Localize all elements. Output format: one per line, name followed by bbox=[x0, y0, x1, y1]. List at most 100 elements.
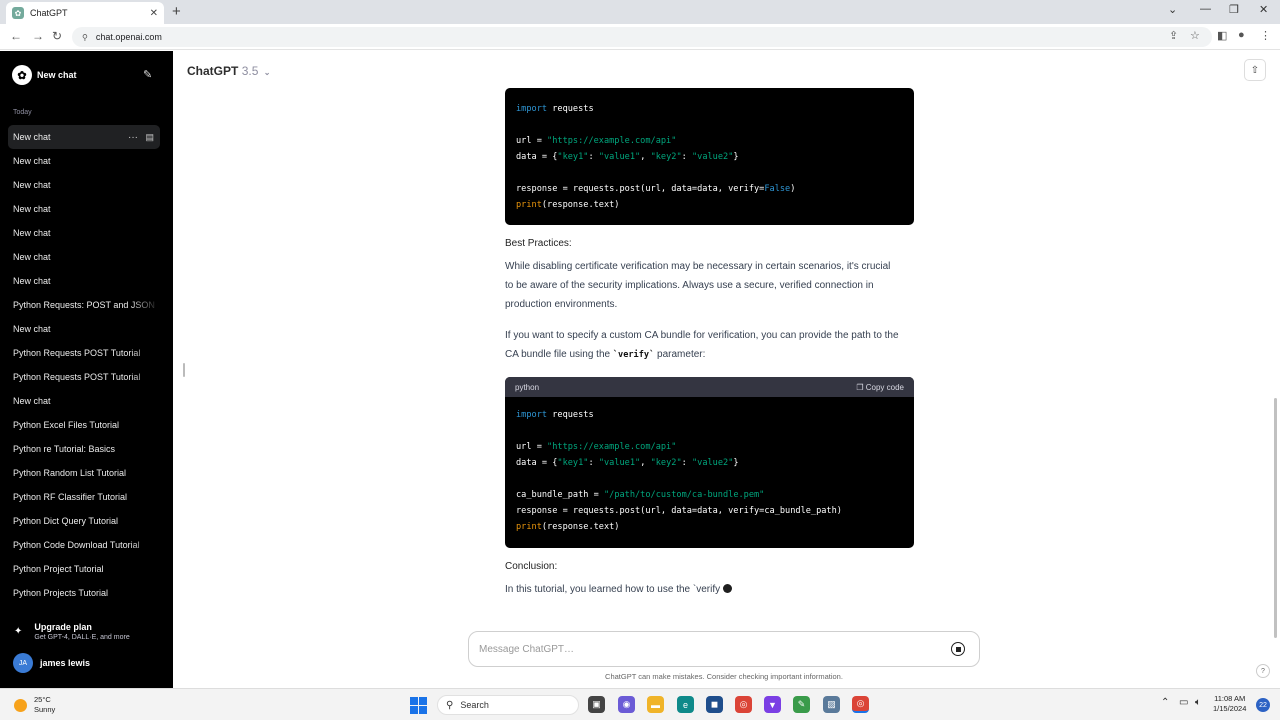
side-panel-icon[interactable]: ◧ bbox=[1217, 29, 1227, 42]
sidebar-item-label: Python Code Download Tutorial bbox=[13, 540, 140, 550]
sidebar-item[interactable]: New chat ··· ▤ bbox=[8, 125, 160, 149]
sidebar-item[interactable]: Python re Tutorial: Basics bbox=[8, 437, 160, 461]
bookmark-star-icon[interactable]: ☆ bbox=[1190, 29, 1200, 42]
more-options-icon[interactable]: ··· bbox=[128, 132, 138, 143]
chrome-icon[interactable]: ◎ bbox=[735, 696, 752, 713]
sidebar-item-label: Python Requests: POST and JSON bbox=[13, 300, 155, 310]
notification-badge[interactable]: 22 bbox=[1256, 698, 1270, 712]
file-explorer-icon[interactable]: ▬ bbox=[647, 696, 664, 713]
help-button[interactable]: ? bbox=[1256, 664, 1270, 678]
code-token: "key2" bbox=[650, 152, 682, 162]
code-token: "value1" bbox=[598, 458, 641, 468]
start-button[interactable] bbox=[410, 697, 427, 714]
new-chat-button[interactable]: ✿ New chat bbox=[12, 65, 162, 85]
clock-time: 11:08 AM bbox=[1214, 694, 1246, 703]
chrome-active-icon[interactable]: ◎ bbox=[852, 696, 869, 713]
image-editor-icon[interactable]: ▨ bbox=[823, 696, 840, 713]
code-token: , bbox=[640, 458, 651, 468]
maximize-button[interactable]: ❐ bbox=[1229, 3, 1239, 16]
task-view-icon[interactable]: ▣ bbox=[588, 696, 605, 713]
minimize-button[interactable]: — bbox=[1200, 3, 1211, 15]
sidebar-item-label: New chat bbox=[13, 180, 51, 190]
model-selector[interactable]: ChatGPT 3.5 ⌄ bbox=[187, 64, 270, 78]
sidebar-item[interactable]: Python RF Classifier Tutorial bbox=[8, 485, 160, 509]
profile-icon[interactable]: ● bbox=[1238, 29, 1245, 41]
sidebar-item-label: Python Project Tutorial bbox=[13, 564, 104, 574]
share-page-icon[interactable]: ⇪ bbox=[1169, 29, 1178, 42]
back-icon[interactable]: ← bbox=[10, 29, 22, 43]
notepad-app-icon[interactable]: ✎ bbox=[793, 696, 810, 713]
sidebar-item[interactable]: New chat bbox=[8, 389, 160, 413]
sidebar-item[interactable]: Python Requests POST Tutorial bbox=[8, 341, 160, 365]
sidebar-item[interactable]: New chat bbox=[8, 221, 160, 245]
sidebar-item[interactable]: Python Code Download Tutorial bbox=[8, 533, 160, 557]
archive-icon[interactable]: ▤ bbox=[145, 132, 154, 143]
scrollbar-thumb[interactable] bbox=[1274, 398, 1277, 638]
model-version: 3.5 bbox=[241, 64, 259, 78]
system-clock[interactable]: 11:08 AM 1/15/2024 bbox=[1213, 694, 1246, 714]
browser-tab[interactable]: ✿ ChatGPT ✕ bbox=[6, 2, 164, 24]
weather-widget[interactable]: 25°C Sunny bbox=[14, 695, 55, 715]
taskbar-search[interactable]: ⚲ Search bbox=[437, 695, 579, 715]
site-info-icon[interactable]: ⚲ bbox=[82, 33, 88, 42]
sidebar-item[interactable]: New chat bbox=[8, 245, 160, 269]
inline-code-verify: `verify` bbox=[612, 349, 655, 360]
sidebar-resize-handle[interactable] bbox=[183, 363, 185, 377]
reload-icon[interactable]: ↻ bbox=[52, 29, 62, 43]
stop-generating-button[interactable] bbox=[951, 642, 965, 656]
store-icon[interactable]: ◼ bbox=[706, 696, 723, 713]
code-token: print bbox=[516, 200, 542, 210]
show-hidden-icons-icon[interactable]: ⌃ bbox=[1161, 697, 1169, 708]
code-token: ) bbox=[790, 184, 796, 194]
sidebar-item[interactable]: New chat bbox=[8, 149, 160, 173]
sidebar-item[interactable]: Python Requests: POST and JSON bbox=[8, 293, 160, 317]
sidebar-item[interactable]: New chat bbox=[8, 197, 160, 221]
code-token: , bbox=[640, 152, 651, 162]
new-tab-button[interactable]: + bbox=[172, 3, 181, 20]
upgrade-plan-button[interactable]: ✦ Upgrade plan Get GPT-4, DALL·E, and mo… bbox=[14, 622, 130, 641]
sidebar-item-label: Python Excel Files Tutorial bbox=[13, 420, 120, 430]
conclusion-text-content: In this tutorial, you learned how to use… bbox=[505, 584, 721, 595]
share-chat-button[interactable]: ⇧ bbox=[1244, 59, 1266, 81]
code-block-2: python ❐ Copy code import requests url =… bbox=[505, 377, 914, 548]
code-token: "value1" bbox=[598, 152, 641, 162]
volume-icon[interactable]: 🔈︎ bbox=[1195, 697, 1201, 708]
sidebar-item-label: Python Random List Tutorial bbox=[13, 468, 127, 478]
code-token: url = bbox=[516, 136, 548, 146]
sidebar-item-label: New chat bbox=[13, 228, 51, 238]
sidebar-item[interactable]: Python Dict Query Tutorial bbox=[8, 509, 160, 533]
browser-menu-icon[interactable]: ⋮ bbox=[1260, 29, 1271, 42]
sidebar-item[interactable]: New chat bbox=[8, 173, 160, 197]
sparkle-icon: ✦ bbox=[14, 626, 23, 637]
sidebar-item[interactable]: Python Random List Tutorial bbox=[8, 461, 160, 485]
copy-code-button[interactable]: ❐ Copy code bbox=[856, 383, 904, 392]
address-bar[interactable]: ⚲ chat.openai.com bbox=[72, 27, 1212, 47]
sidebar-item[interactable]: New chat bbox=[8, 269, 160, 293]
message-input[interactable] bbox=[479, 643, 951, 655]
sidebar-item-label: Python Projects Tutorial bbox=[13, 588, 109, 598]
compose-icon[interactable]: ✎ bbox=[143, 68, 152, 81]
browser-tab-strip: ✿ ChatGPT ✕ + ⌄ — ❐ ✕ bbox=[0, 0, 1280, 24]
sidebar-item[interactable]: Python Projects Tutorial bbox=[8, 581, 160, 605]
model-name: ChatGPT bbox=[187, 64, 239, 78]
sidebar-item[interactable]: Python Excel Files Tutorial bbox=[8, 413, 160, 437]
user-menu[interactable]: JA james lewis bbox=[13, 653, 90, 673]
edge-browser-icon[interactable]: e bbox=[677, 696, 694, 713]
clock-date: 1/15/2024 bbox=[1213, 704, 1247, 713]
tab-search-icon[interactable]: ⌄ bbox=[1168, 3, 1177, 16]
network-icon[interactable]: ▭ bbox=[1179, 697, 1188, 708]
code-line: print(response.text) bbox=[516, 519, 903, 535]
close-window-button[interactable]: ✕ bbox=[1259, 3, 1268, 16]
code-token: data = { bbox=[516, 152, 558, 162]
sidebar-item[interactable]: New chat bbox=[8, 317, 160, 341]
close-tab-icon[interactable]: ✕ bbox=[150, 8, 158, 19]
sidebar-item[interactable]: Python Requests POST Tutorial bbox=[8, 365, 160, 389]
chat-app-icon[interactable]: ◉ bbox=[618, 696, 635, 713]
vpn-app-icon[interactable]: ▼ bbox=[764, 696, 781, 713]
code-token: data = { bbox=[516, 458, 558, 468]
forward-icon[interactable]: → bbox=[32, 29, 44, 43]
code-token: : bbox=[681, 458, 692, 468]
sidebar-item[interactable]: Python Project Tutorial bbox=[8, 557, 160, 581]
